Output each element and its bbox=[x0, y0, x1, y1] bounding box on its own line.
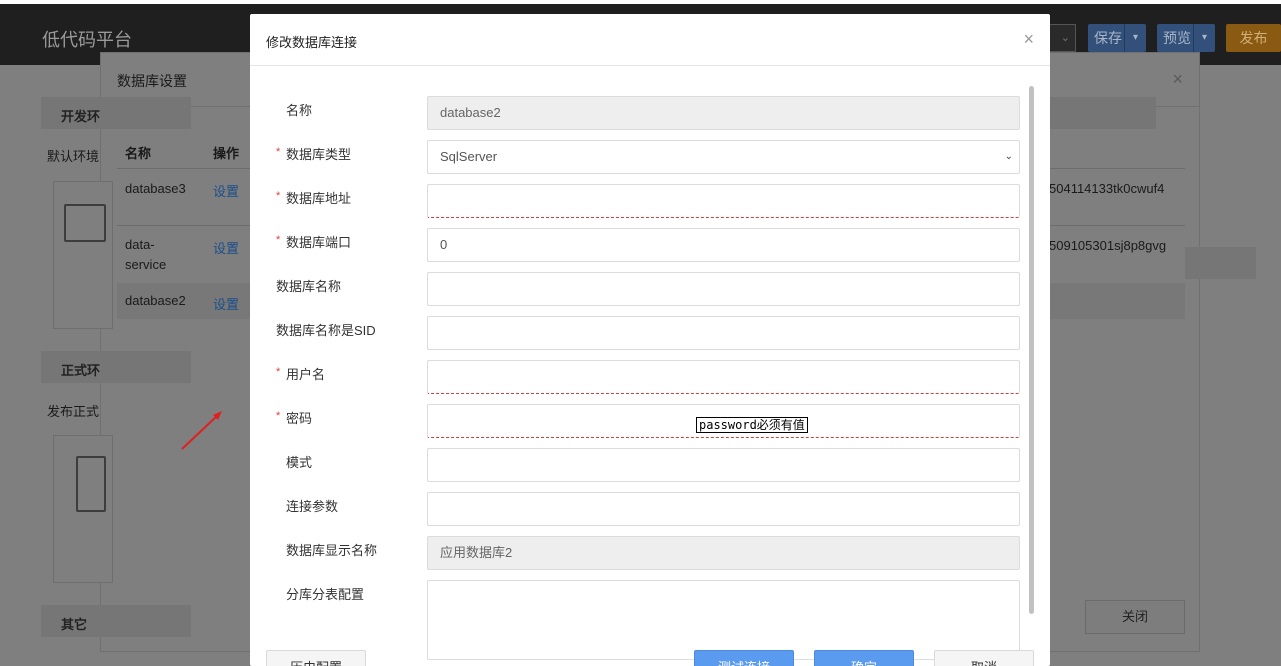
required-mark: * bbox=[276, 366, 281, 378]
db-port-label: 数据库端口 bbox=[286, 235, 352, 250]
db-host-label: 数据库地址 bbox=[286, 191, 352, 206]
username-input[interactable] bbox=[427, 360, 1020, 394]
tooltip-field-name: password bbox=[699, 418, 757, 432]
monitor-icon bbox=[64, 204, 106, 242]
sharding-textarea[interactable] bbox=[427, 580, 1020, 660]
cancel-button[interactable]: 取消 bbox=[934, 650, 1034, 666]
form-row-display-name: 数据库显示名称 应用数据库2 bbox=[250, 536, 1030, 580]
schema-input[interactable] bbox=[427, 448, 1020, 482]
publish-prod-label: 发布正式 bbox=[47, 404, 100, 419]
validation-tooltip: password必须有值 bbox=[696, 417, 808, 433]
settings-link[interactable]: 设置 bbox=[213, 181, 239, 200]
test-connection-button[interactable]: 测试连接 bbox=[694, 650, 794, 666]
form-row-db-name-sid: 数据库名称是SID bbox=[250, 316, 1030, 360]
table-cell-id: 504114133tk0cwuf4 bbox=[1049, 181, 1165, 196]
schema-label: 模式 bbox=[286, 455, 313, 470]
tooltip-message: 必须有值 bbox=[756, 418, 805, 432]
db-type-value: SqlServer bbox=[440, 149, 498, 164]
table-cell-id: 509105301sj8p8gvg bbox=[1049, 238, 1167, 253]
form-row-conn-params: 连接参数 bbox=[250, 492, 1030, 536]
table-divider bbox=[117, 225, 251, 226]
col-header-name: 名称 bbox=[125, 146, 152, 161]
form-row-db-name: 数据库名称 bbox=[250, 272, 1030, 316]
col-header-action: 操作 bbox=[213, 146, 240, 161]
other-section-label: 其它 bbox=[61, 617, 88, 632]
save-button[interactable]: 保存 ▾ bbox=[1088, 24, 1146, 52]
table-cell-name-cont: service bbox=[125, 257, 167, 272]
annotation-arrow-icon bbox=[181, 411, 222, 450]
preview-label: 预览 bbox=[1163, 30, 1191, 46]
form-row-db-host: * 数据库地址 bbox=[250, 184, 1030, 228]
db-type-select[interactable]: SqlServer ⌄ bbox=[427, 140, 1020, 174]
db-name-label: 数据库名称 bbox=[276, 279, 342, 294]
settings-link[interactable]: 设置 bbox=[213, 294, 239, 313]
name-label: 名称 bbox=[286, 103, 313, 118]
prod-section-label: 正式环 bbox=[61, 363, 101, 378]
history-config-button[interactable]: 历史配置 bbox=[266, 650, 366, 666]
form-row-name: 名称 database2 bbox=[250, 96, 1030, 140]
db-name-sid-input[interactable] bbox=[427, 316, 1020, 350]
username-label: 用户名 bbox=[286, 367, 326, 382]
modal-header: 修改数据库连接 × bbox=[250, 14, 1050, 66]
modal-scrollbar[interactable] bbox=[1029, 86, 1034, 614]
form-row-username: * 用户名 bbox=[250, 360, 1030, 404]
save-dropdown-icon[interactable]: ▾ bbox=[1124, 24, 1146, 52]
db-type-label: 数据库类型 bbox=[286, 147, 352, 162]
bg-dialog-title: 数据库设置 bbox=[117, 73, 187, 89]
db-name-sid-label: 数据库名称是SID bbox=[276, 323, 376, 338]
display-name-label: 数据库显示名称 bbox=[286, 543, 378, 558]
required-mark: * bbox=[276, 410, 281, 422]
modal-title: 修改数据库连接 bbox=[266, 35, 358, 50]
sharding-label: 分库分表配置 bbox=[286, 587, 365, 602]
conn-params-input[interactable] bbox=[427, 492, 1020, 526]
required-mark: * bbox=[276, 234, 281, 246]
required-mark: * bbox=[276, 190, 281, 202]
table-divider bbox=[117, 168, 251, 169]
app-title: 低代码平台 bbox=[42, 30, 132, 50]
chevron-down-icon: ⌄ bbox=[1004, 151, 1013, 162]
display-name-input[interactable]: 应用数据库2 bbox=[427, 536, 1020, 570]
prod-env-card[interactable] bbox=[53, 435, 113, 583]
db-host-input[interactable] bbox=[427, 184, 1020, 218]
close-button[interactable]: 关闭 bbox=[1085, 600, 1185, 634]
publish-button[interactable]: 发布 bbox=[1226, 24, 1281, 52]
close-icon[interactable]: × bbox=[1172, 69, 1183, 90]
dev-section-label: 开发环 bbox=[61, 109, 101, 124]
form-row-password: * 密码 bbox=[250, 404, 1030, 448]
form-row-db-type: * 数据库类型 SqlServer ⌄ bbox=[250, 140, 1030, 184]
settings-link[interactable]: 设置 bbox=[213, 238, 239, 257]
password-label: 密码 bbox=[286, 411, 313, 426]
db-port-input[interactable]: 0 bbox=[427, 228, 1020, 262]
preview-button[interactable]: 预览 ▾ bbox=[1157, 24, 1215, 52]
save-label: 保存 bbox=[1094, 30, 1122, 46]
chevron-down-icon: ⌄ bbox=[1060, 32, 1070, 44]
form-row-db-port: * 数据库端口 0 bbox=[250, 228, 1030, 272]
device-icon bbox=[76, 456, 106, 512]
name-input[interactable]: database2 bbox=[427, 96, 1020, 130]
form-row-schema: 模式 bbox=[250, 448, 1030, 492]
table-cell-name: database3 bbox=[125, 181, 186, 196]
table-cell-name: database2 bbox=[125, 293, 186, 308]
dev-env-card[interactable] bbox=[53, 181, 113, 329]
db-name-input[interactable] bbox=[427, 272, 1020, 306]
preview-dropdown-icon[interactable]: ▾ bbox=[1193, 24, 1215, 52]
close-icon[interactable]: × bbox=[1023, 29, 1034, 50]
section-bar-right bbox=[1185, 247, 1256, 279]
table-cell-name: data- bbox=[125, 237, 155, 252]
confirm-button[interactable]: 确定 bbox=[814, 650, 914, 666]
default-env-label: 默认环境 bbox=[47, 149, 100, 164]
required-mark: * bbox=[276, 146, 281, 158]
conn-params-label: 连接参数 bbox=[286, 499, 339, 514]
edit-db-connection-modal: 修改数据库连接 × 名称 database2 * 数据库类型 SqlServer… bbox=[250, 14, 1050, 666]
